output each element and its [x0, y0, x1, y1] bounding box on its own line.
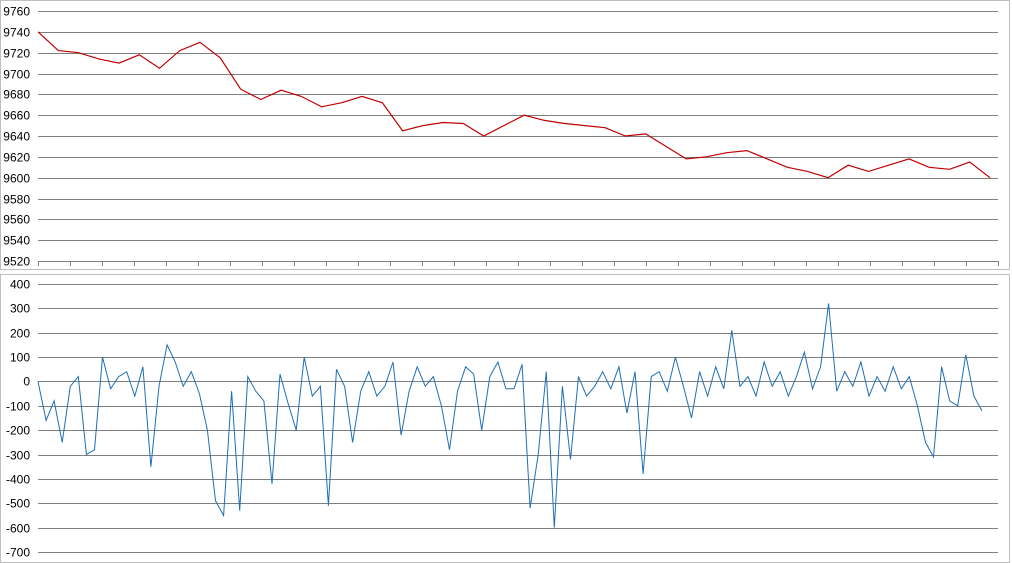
y-tick-label: 0 [23, 375, 30, 389]
price-chart-panel: 9760 9740 9720 9700 9680 9660 9640 9620 9600 9580… [0, 0, 1012, 270]
y-tick-label: 9760 [3, 5, 30, 19]
y-axis-tick-labels: 400 300 200 100 0 -100 -200 -300 -400 -500 -600 -70… [6, 278, 30, 560]
y-tick-label: 9620 [3, 151, 30, 165]
y-tick-label: 100 [10, 351, 30, 365]
y-tick-label: -500 [6, 497, 30, 511]
y-tick-label: 9600 [3, 172, 30, 186]
y-tick-label: -600 [6, 522, 30, 536]
chart-frame [0, 0, 1010, 270]
gridlines [38, 284, 998, 553]
y-tick-label: 9680 [3, 88, 30, 102]
y-tick-label: -400 [6, 473, 30, 487]
y-tick-label: 9640 [3, 130, 30, 144]
y-tick-label: 9560 [3, 213, 30, 227]
y-axis-tick-labels: 9760 9740 9720 9700 9680 9660 9640 9620 9600 9580… [3, 5, 30, 269]
y-tick-label: -100 [6, 400, 30, 414]
y-tick-label: 9660 [3, 109, 30, 123]
y-tick-label: 9740 [3, 26, 30, 40]
y-tick-label: 400 [10, 278, 30, 292]
y-tick-label: -200 [6, 424, 30, 438]
gridlines [38, 11, 998, 262]
y-tick-label: -700 [6, 546, 30, 560]
chart-frame [0, 274, 1010, 563]
delta-line-chart: 400 300 200 100 0 -100 -200 -300 -400 -500 -600 -70… [0, 274, 1010, 563]
delta-chart-panel: 400 300 200 100 0 -100 -200 -300 -400 -500 -600 -70… [0, 274, 1012, 563]
y-tick-label: 200 [10, 327, 30, 341]
y-tick-label: 9700 [3, 68, 30, 82]
y-tick-label: -300 [6, 449, 30, 463]
y-tick-label: 9580 [3, 193, 30, 207]
price-line-chart: 9760 9740 9720 9700 9680 9660 9640 9620 9600 9580… [0, 0, 1010, 270]
delta-series-line [37, 303, 983, 528]
y-tick-label: 300 [10, 302, 30, 316]
y-tick-label: 9520 [3, 255, 30, 269]
y-tick-label: 9540 [3, 234, 30, 248]
y-tick-label: 9720 [3, 47, 30, 61]
